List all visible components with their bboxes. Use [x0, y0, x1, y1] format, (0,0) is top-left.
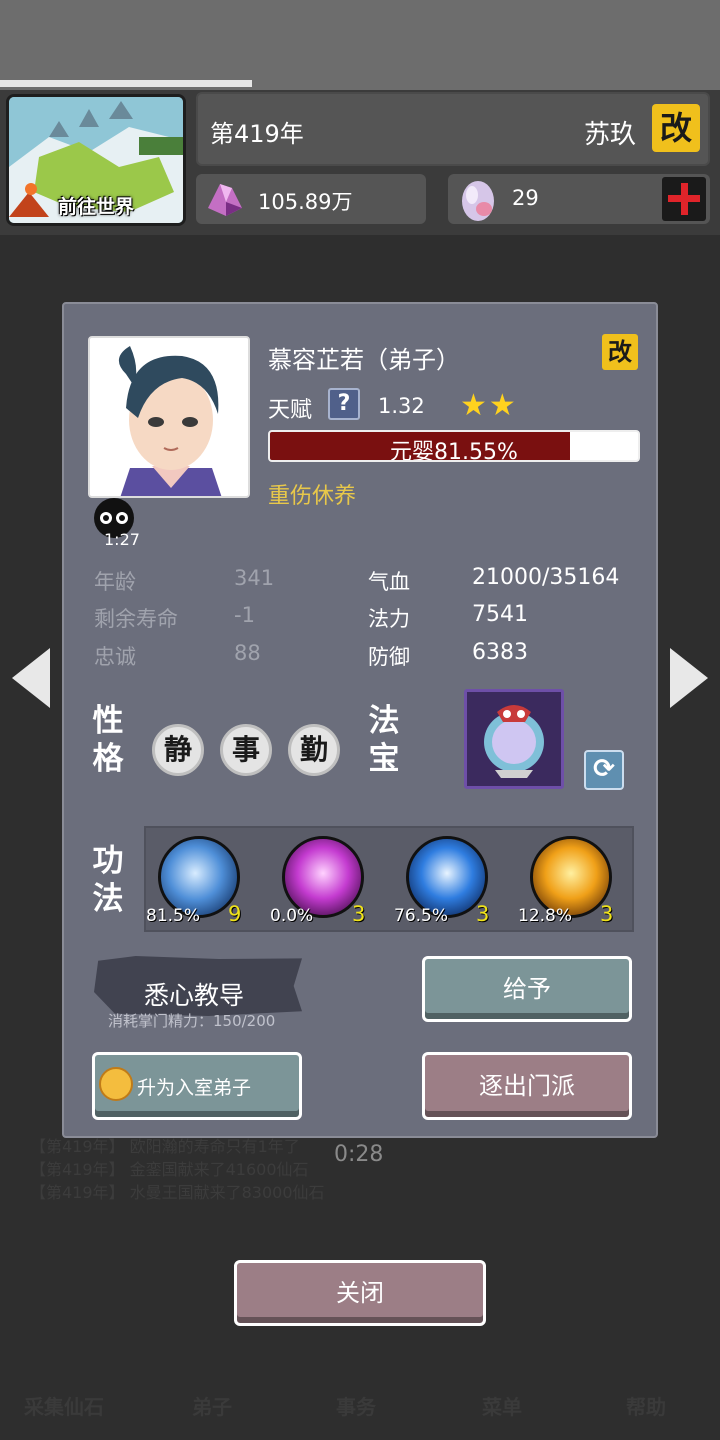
loading-progress-bar [0, 80, 252, 87]
trait-badge[interactable]: 静 [152, 724, 204, 776]
year-text: 第419年 [210, 120, 304, 148]
skill-progress: 76.5% [394, 906, 449, 926]
talent-stars: ★★ [460, 388, 518, 423]
personality-heading-char: 性 [92, 703, 124, 739]
personality-heading: 性 格 [90, 702, 126, 778]
log-line: 【第419年】 水曼王国献来了83000仙石 [30, 1183, 325, 1202]
world-map-label: 前往世界 [57, 196, 134, 218]
treasure-heading: 法 宝 [366, 702, 402, 778]
gem-egg-icon [462, 181, 494, 221]
next-disciple-arrow[interactable] [670, 648, 708, 708]
status-bar-area [0, 0, 720, 92]
trait-badge[interactable]: 事 [220, 724, 272, 776]
mana-value: 7541 [472, 602, 528, 627]
age-value: 341 [234, 566, 275, 590]
background-bottom-nav: 采集仙石 弟子 事务 菜单 帮助 [0, 1320, 720, 1420]
skills-heading-char: 功 [92, 843, 124, 879]
skill-slot[interactable]: 12.8% 3 [518, 836, 614, 926]
loyalty-value: 88 [234, 641, 261, 665]
skills-heading-char: 法 [92, 881, 124, 917]
give-button[interactable]: 给予 [422, 956, 632, 1022]
disciple-name: 慕容芷若（弟子） [268, 346, 460, 374]
teach-cost-text: 消耗掌门精力：150/200 [108, 1012, 276, 1030]
disciple-status: 重伤休养 [268, 484, 357, 509]
talent-value: 1.32 [378, 394, 425, 418]
skill-slot[interactable]: 76.5% 3 [394, 836, 490, 926]
log-line: 【第419年】 金銮国献来了41600仙石 [30, 1160, 309, 1179]
treasure-slot[interactable] [464, 689, 564, 789]
nav-help: 帮助 [626, 1395, 666, 1419]
talent-help-button[interactable]: ? [328, 388, 360, 420]
cultivation-progress-bar: 元婴81.55% [268, 430, 640, 462]
disciple-detail-dialog: 1:27 慕容芷若（弟子） 改 天赋 ? 1.32 ★★ 元婴81.55% 重伤… [62, 302, 658, 1138]
death-countdown: 1:27 [104, 530, 140, 549]
skill-level: 3 [476, 902, 490, 926]
rename-leader-button[interactable]: 改 [652, 104, 700, 152]
teach-button-label: 悉心教导 [144, 981, 245, 1010]
log-line: 【第419年】 欧阳瀚的寿命只有1年了 [30, 1137, 300, 1156]
promote-button[interactable]: 升为入室弟子 [92, 1052, 302, 1120]
skill-level: 9 [228, 902, 242, 926]
skill-progress: 81.5% [146, 906, 201, 926]
disciple-portrait [88, 336, 250, 498]
skill-slot[interactable]: 0.0% 3 [270, 836, 366, 926]
hud-panel: 前往世界 第419年 苏玖 改 105.89万 29 [0, 90, 720, 235]
cultivation-realm-text: 元婴81.55% [390, 440, 518, 462]
defense-value: 6383 [472, 640, 528, 665]
nav-affairs: 事务 [336, 1395, 376, 1419]
mana-label: 法力 [368, 607, 410, 631]
year-panel: 第419年 苏玖 改 [196, 92, 710, 166]
nav-gather: 采集仙石 [24, 1395, 104, 1419]
spirit-stone-amount: 105.89万 [258, 190, 353, 214]
skill-slot[interactable]: 81.5% 9 [146, 836, 242, 926]
skill-progress: 12.8% [518, 906, 573, 926]
previous-disciple-arrow[interactable] [12, 648, 50, 708]
hp-label: 气血 [368, 570, 410, 594]
skill-progress: 0.0% [270, 906, 314, 926]
mirror-treasure-icon [467, 692, 561, 786]
background-timer: 0:28 [334, 1142, 384, 1167]
treasure-heading-char: 宝 [368, 741, 400, 777]
skills-panel: 81.5% 9 0.0% 3 76.5% 3 12.8% 3 [144, 826, 634, 932]
hp-value: 21000/35164 [472, 565, 620, 590]
sect-leader-name: 苏玖 [583, 120, 636, 150]
expel-button[interactable]: 逐出门派 [422, 1052, 632, 1120]
close-button[interactable]: 关闭 [234, 1260, 486, 1326]
trait-badge[interactable]: 勤 [288, 724, 340, 776]
nav-disciples: 弟子 [192, 1395, 232, 1419]
heart-eyes-icon [99, 1067, 133, 1101]
refresh-icon[interactable]: ⟳ [584, 750, 624, 790]
treasure-heading-char: 法 [368, 703, 400, 739]
gem-count: 29 [512, 186, 539, 210]
promote-button-label: 升为入室弟子 [137, 1077, 252, 1099]
lifespan-value: -1 [234, 603, 255, 627]
defense-label: 防御 [368, 645, 410, 669]
disciple-avatar-image [90, 338, 248, 496]
rename-disciple-button[interactable]: 改 [602, 334, 638, 370]
skills-heading: 功 法 [90, 842, 126, 918]
background-event-log: 【第419年】 欧阳瀚的寿命只有1年了 【第419年】 金銮国献来了41600仙… [30, 1135, 325, 1204]
spirit-stone-panel: 105.89万 [196, 174, 426, 224]
personality-heading-char: 格 [92, 741, 124, 777]
talent-label: 天赋 [268, 398, 313, 423]
gem-panel: 29 [448, 174, 710, 224]
add-gem-button[interactable] [662, 177, 706, 221]
loyalty-label: 忠诚 [94, 645, 136, 669]
skill-level: 3 [352, 902, 366, 926]
lifespan-label: 剩余寿命 [94, 607, 178, 631]
world-map-button[interactable]: 前往世界 [6, 94, 186, 226]
nav-menu: 菜单 [482, 1395, 522, 1419]
spirit-stone-icon [208, 184, 242, 216]
age-label: 年龄 [94, 570, 136, 594]
skill-level: 3 [600, 902, 614, 926]
